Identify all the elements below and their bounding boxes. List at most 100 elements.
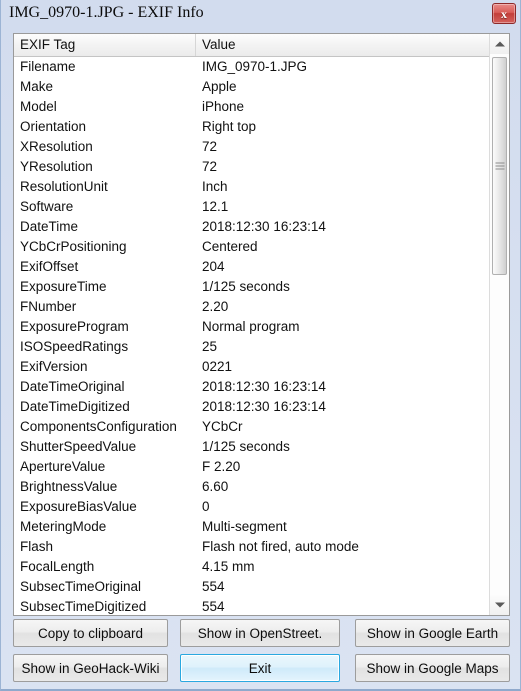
cell-exif-tag: Model xyxy=(20,99,57,114)
close-icon: x xyxy=(501,6,507,21)
cell-exif-tag: ISOSpeedRatings xyxy=(20,339,129,354)
table-row[interactable]: SubsecTimeDigitized 554 xyxy=(14,597,491,615)
cell-value: F 2.20 xyxy=(202,459,241,474)
table-row[interactable]: ExposureTime 1/125 seconds xyxy=(14,277,491,297)
table-row[interactable]: ApertureValue F 2.20 xyxy=(14,457,491,477)
table-row[interactable]: Filename IMG_0970-1.JPG xyxy=(14,57,491,77)
cell-exif-tag: Orientation xyxy=(20,119,87,134)
table-row[interactable]: XResolution 72 xyxy=(14,137,491,157)
exit-button[interactable]: Exit xyxy=(180,654,340,682)
cell-value: 554 xyxy=(202,599,225,614)
table-row[interactable]: Software 12.1 xyxy=(14,197,491,217)
cell-value: 2018:12:30 16:23:14 xyxy=(202,379,326,394)
cell-exif-tag: DateTimeDigitized xyxy=(20,399,130,414)
table-row[interactable]: SubsecTimeOriginal 554 xyxy=(14,577,491,597)
show-in-google-maps-button[interactable]: Show in Google Maps xyxy=(355,654,510,682)
cell-exif-tag: FNumber xyxy=(20,299,77,314)
copy-to-clipboard-button[interactable]: Copy to clipboard xyxy=(13,619,168,647)
table-row[interactable]: Flash Flash not fired, auto mode xyxy=(14,537,491,557)
cell-value: 6.60 xyxy=(202,479,229,494)
cell-value: 25 xyxy=(202,339,218,354)
cell-value: Apple xyxy=(202,79,237,94)
button-bar: Copy to clipboard Show in OpenStreet. Sh… xyxy=(1,617,521,689)
column-header-value[interactable]: Value xyxy=(196,34,490,56)
column-header-exif-tag[interactable]: EXIF Tag xyxy=(14,34,196,56)
cell-exif-tag: ExposureBiasValue xyxy=(20,499,137,514)
cell-exif-tag: Filename xyxy=(20,59,76,74)
cell-value: 4.15 mm xyxy=(202,559,255,574)
cell-value: IMG_0970-1.JPG xyxy=(202,59,308,74)
cell-exif-tag: BrightnessValue xyxy=(20,479,118,494)
cell-exif-tag: ExifVersion xyxy=(20,359,88,374)
cell-value: 72 xyxy=(202,139,218,154)
cell-value: Centered xyxy=(202,239,258,254)
exif-info-window: IMG_0970-1.JPG - EXIF Info x EXIF Tag Va… xyxy=(0,0,521,691)
cell-exif-tag: Make xyxy=(20,79,54,94)
table-row[interactable]: YCbCrPositioning Centered xyxy=(14,237,491,257)
cell-exif-tag: SubsecTimeOriginal xyxy=(20,579,142,594)
table-row[interactable]: FNumber 2.20 xyxy=(14,297,491,317)
cell-exif-tag: ResolutionUnit xyxy=(20,179,108,194)
table-row[interactable]: Make Apple xyxy=(14,77,491,97)
table-row[interactable]: MeteringMode Multi-segment xyxy=(14,517,491,537)
exif-table: EXIF Tag Value Filename IMG_0970-1.JPG Mak… xyxy=(13,33,510,616)
table-row[interactable]: ComponentsConfiguration YCbCr xyxy=(14,417,491,437)
cell-value: YCbCr xyxy=(202,419,243,434)
cell-exif-tag: ExifOffset xyxy=(20,259,79,274)
cell-value: 1/125 seconds xyxy=(202,279,290,294)
cell-exif-tag: Flash xyxy=(20,539,54,554)
table-row[interactable]: ISOSpeedRatings 25 xyxy=(14,337,491,357)
table-row[interactable]: DateTimeOriginal 2018:12:30 16:23:14 xyxy=(14,377,491,397)
cell-value: 2018:12:30 16:23:14 xyxy=(202,399,326,414)
grip-icon xyxy=(495,161,504,172)
cell-exif-tag: ComponentsConfiguration xyxy=(20,419,177,434)
scrollbar-track[interactable] xyxy=(490,54,509,595)
cell-exif-tag: SubsecTimeDigitized xyxy=(20,599,147,614)
scrollbar-thumb[interactable] xyxy=(492,57,507,275)
table-body[interactable]: Filename IMG_0970-1.JPG Make Apple Model iPho… xyxy=(14,57,491,615)
table-row[interactable]: ExifVersion 0221 xyxy=(14,357,491,377)
cell-exif-tag: DateTime xyxy=(20,219,79,234)
table-row[interactable]: Orientation Right top xyxy=(14,117,491,137)
cell-exif-tag: Software xyxy=(20,199,74,214)
table-row[interactable]: ExifOffset 204 xyxy=(14,257,491,277)
table-row[interactable]: ResolutionUnit Inch xyxy=(14,177,491,197)
close-button[interactable]: x xyxy=(492,3,516,24)
show-in-google-earth-button[interactable]: Show in Google Earth xyxy=(355,619,510,647)
show-in-openstreet-button[interactable]: Show in OpenStreet. xyxy=(180,619,340,647)
cell-exif-tag: YResolution xyxy=(20,159,93,174)
scroll-up-button[interactable] xyxy=(490,34,509,54)
cell-value: 72 xyxy=(202,159,218,174)
scroll-down-button[interactable] xyxy=(490,595,509,615)
cell-value: 2018:12:30 16:23:14 xyxy=(202,219,326,234)
table-row[interactable]: YResolution 72 xyxy=(14,157,491,177)
table-row[interactable]: BrightnessValue 6.60 xyxy=(14,477,491,497)
table-row[interactable]: ExposureProgram Normal program xyxy=(14,317,491,337)
cell-exif-tag: DateTimeOriginal xyxy=(20,379,125,394)
cell-value: 1/125 seconds xyxy=(202,439,290,454)
cell-value: 554 xyxy=(202,579,225,594)
cell-value: Multi-segment xyxy=(202,519,287,534)
cell-exif-tag: ShutterSpeedValue xyxy=(20,439,137,454)
table-row[interactable]: ShutterSpeedValue 1/125 seconds xyxy=(14,437,491,457)
cell-exif-tag: ExposureProgram xyxy=(20,319,129,334)
chevron-up-icon xyxy=(494,41,505,47)
window-title: IMG_0970-1.JPG - EXIF Info xyxy=(9,4,204,21)
cell-value: Flash not fired, auto mode xyxy=(202,539,359,554)
show-in-geohack-wiki-button[interactable]: Show in GeoHack-Wiki xyxy=(13,654,168,682)
cell-exif-tag: YCbCrPositioning xyxy=(20,239,127,254)
cell-value: Normal program xyxy=(202,319,300,334)
cell-value: 0221 xyxy=(202,359,233,374)
vertical-scrollbar[interactable] xyxy=(489,34,509,615)
cell-value: Right top xyxy=(202,119,257,134)
chevron-down-icon xyxy=(494,602,505,608)
table-row[interactable]: FocalLength 4.15 mm xyxy=(14,557,491,577)
table-row[interactable]: DateTimeDigitized 2018:12:30 16:23:14 xyxy=(14,397,491,417)
table-row[interactable]: ExposureBiasValue 0 xyxy=(14,497,491,517)
cell-value: 204 xyxy=(202,259,225,274)
cell-value: 12.1 xyxy=(202,199,229,214)
table-row[interactable]: DateTime 2018:12:30 16:23:14 xyxy=(14,217,491,237)
cell-exif-tag: MeteringMode xyxy=(20,519,107,534)
cell-exif-tag: FocalLength xyxy=(20,559,95,574)
table-row[interactable]: Model iPhone xyxy=(14,97,491,117)
